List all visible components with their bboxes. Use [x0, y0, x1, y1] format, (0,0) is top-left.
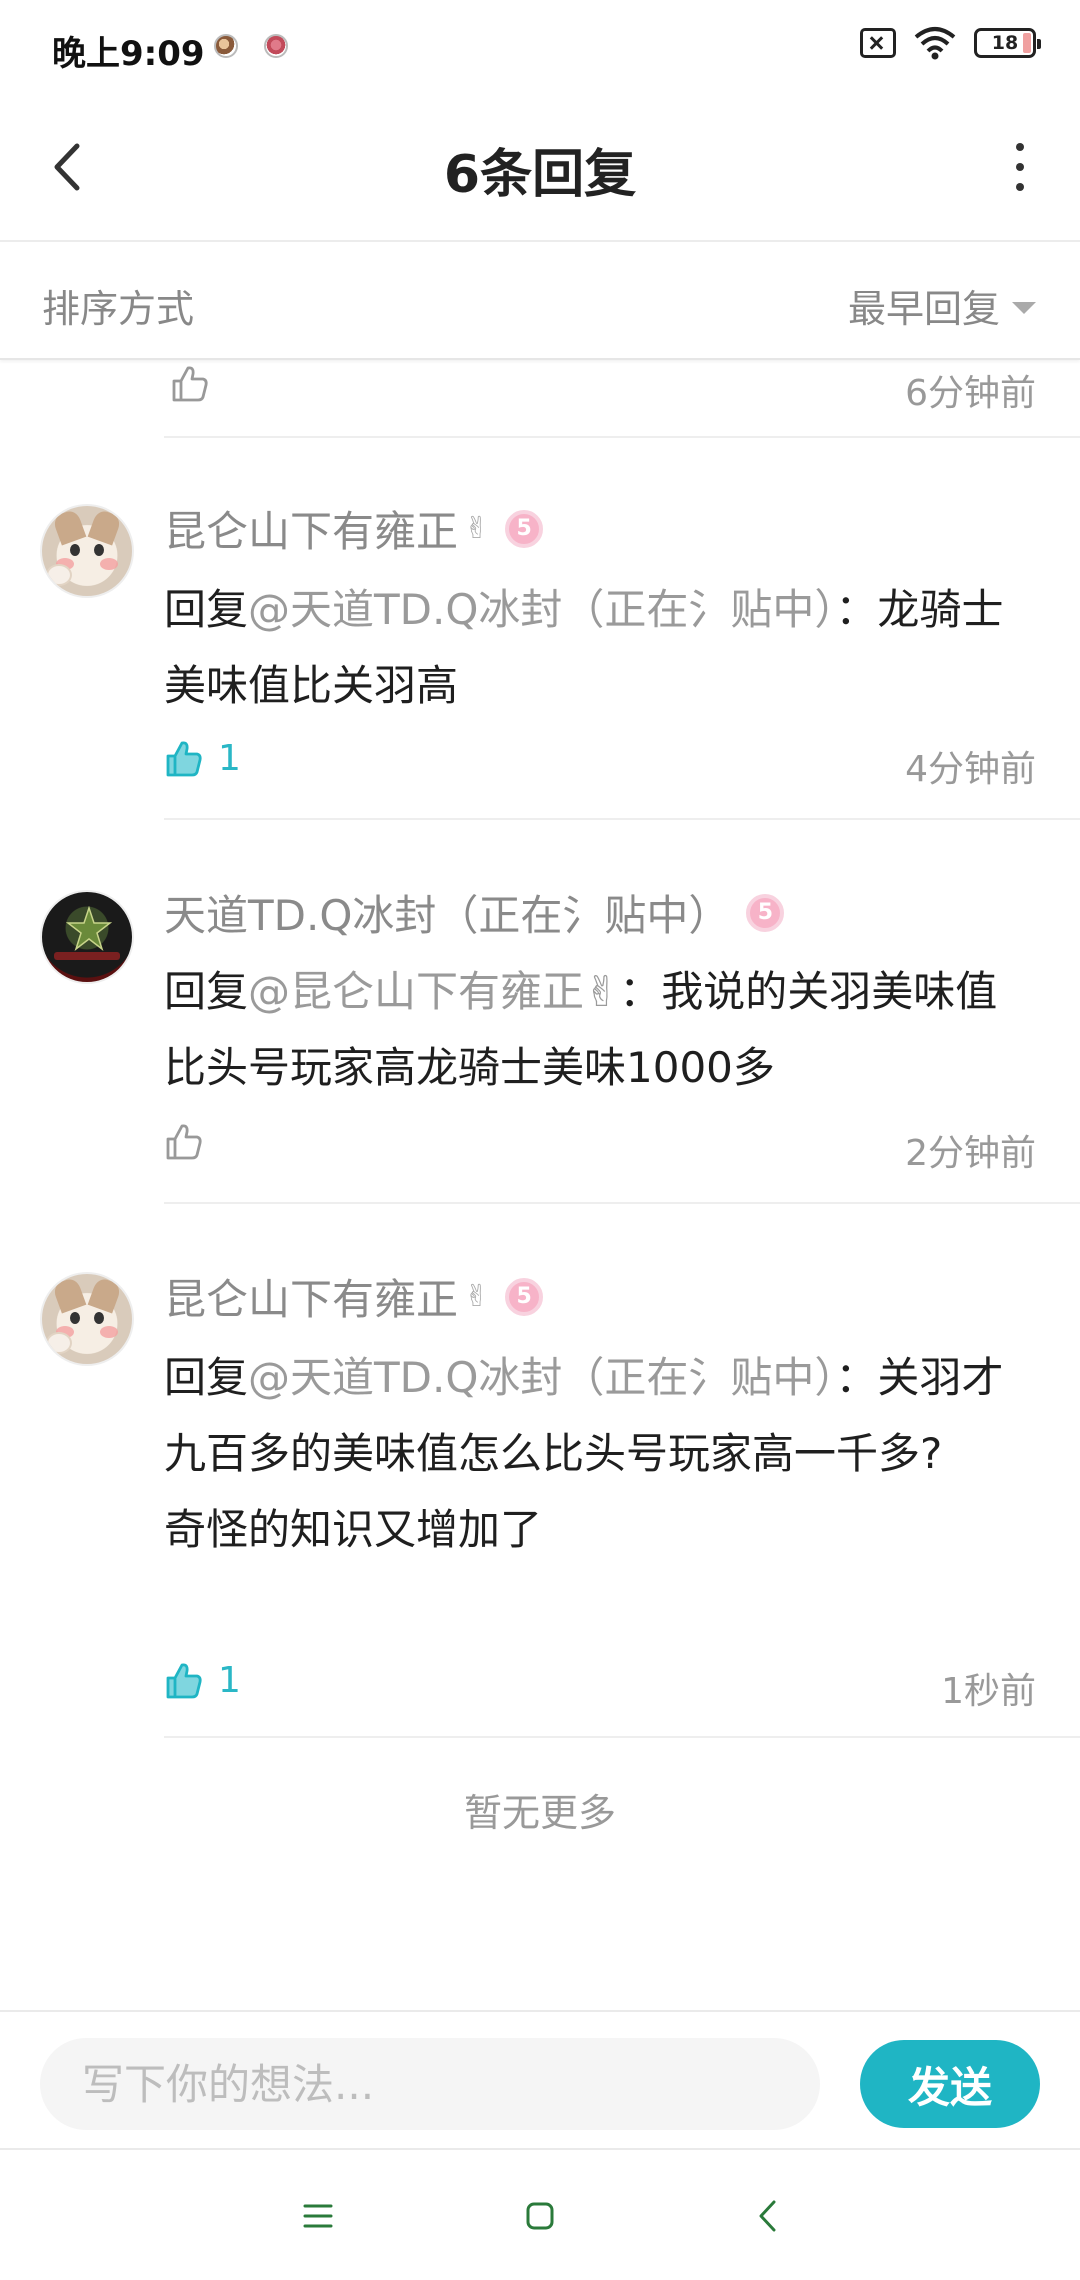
partial-comment-footer: 6分钟前 — [0, 360, 1080, 438]
level-badge: 5 — [505, 1277, 544, 1316]
comment-line: ：关 — [835, 1353, 920, 1402]
level-badge: 5 — [746, 893, 785, 932]
send-button[interactable]: 发送 — [860, 2040, 1040, 2128]
status-bar: 晚上9:09 18 — [0, 0, 1080, 92]
mention-link[interactable]: @天道TD.Q冰封（正在氵贴中） — [248, 1353, 835, 1402]
author-suffix: ✌ — [464, 1279, 490, 1314]
star-emblem-icon — [66, 906, 112, 952]
reply-prefix: 回复 — [164, 967, 249, 1016]
like-button[interactable]: 1 — [164, 1660, 241, 1701]
thumbs-up-icon — [166, 1662, 202, 1698]
mention-link[interactable]: @天道TD.Q冰封（正在氵贴中） — [248, 585, 835, 634]
sort-selected: 最早回复 — [847, 287, 1000, 331]
comment-footer: 1 1秒前 — [164, 1660, 1036, 1720]
comment-item: 昆仑山下有雍正 ✌ 5 回复@天道TD.Q冰封（正在氵贴中）：关羽才九百多的美味… — [0, 1204, 1080, 1738]
thumbs-up-icon — [172, 366, 208, 402]
more-options-button[interactable] — [1000, 132, 1040, 202]
comment-time: 6分钟前 — [905, 373, 1036, 414]
comment-item: 昆仑山下有雍正 ✌ 5 回复@天道TD.Q冰封（正在氵贴中）：龙骑士美味值比关羽… — [0, 438, 1080, 820]
comment-footer: 1 4分钟前 — [164, 738, 1036, 798]
comment-line: ：我说的关羽美 — [619, 967, 914, 1016]
battery-text: 18 — [991, 32, 1019, 54]
comment-text: 回复@天道TD.Q冰封（正在氵贴中）：关羽才九百多的美味值怎么比头号玩家高一千多… — [164, 1340, 1030, 1568]
mention-link[interactable]: @昆仑山下有雍正✌ — [248, 967, 619, 1016]
avatar[interactable] — [40, 1272, 134, 1366]
author-name: 昆仑山下有雍正 — [164, 1275, 459, 1324]
battery-level — [1023, 33, 1031, 53]
nav-back-icon — [759, 2200, 776, 2232]
sort-label: 排序方式 — [42, 287, 195, 331]
battery-icon: 18 — [974, 28, 1041, 58]
comment-author[interactable]: 昆仑山下有雍正 ✌ 5 — [164, 498, 544, 559]
notification-app-icon — [214, 34, 238, 58]
avatar[interactable] — [40, 504, 134, 598]
comment-text: 回复@昆仑山下有雍正✌：我说的关羽美味值比头号玩家高龙骑士美味1000多 — [164, 954, 1030, 1106]
sim-off-icon — [860, 28, 896, 58]
comment-time: 4分钟前 — [905, 749, 1036, 790]
comment-line: ：龙 — [835, 585, 920, 634]
home-icon — [526, 2202, 554, 2230]
more-vertical-icon — [1016, 143, 1024, 151]
no-more-text: 暂无更多 — [463, 1791, 616, 1835]
notification-app-icon — [264, 34, 288, 58]
level-badge: 5 — [505, 509, 544, 548]
divider — [164, 1736, 1080, 1738]
wifi-icon — [914, 27, 956, 60]
thumbs-up-icon — [166, 740, 202, 776]
author-suffix: ✌ — [464, 511, 490, 546]
status-icons: 18 — [860, 26, 1041, 60]
comment-footer: 2分钟前 — [164, 1122, 1036, 1182]
thumbs-up-icon — [166, 1124, 202, 1160]
reply-input-bar: 发送 — [0, 2010, 1080, 2150]
comment-line: 奇怪的知识又增加了 — [164, 1505, 543, 1554]
author-name: 天道TD.Q冰封（正在氵贴中） — [164, 891, 731, 940]
comment-text: 回复@天道TD.Q冰封（正在氵贴中）：龙骑士美味值比关羽高 — [164, 572, 1030, 724]
reply-prefix: 回复 — [164, 585, 249, 634]
like-button[interactable] — [170, 364, 210, 404]
author-name: 昆仑山下有雍正 — [164, 507, 459, 556]
like-count: 1 — [218, 1660, 241, 1701]
comment-item: 天道TD.Q冰封（正在氵贴中） 5 回复@昆仑山下有雍正✌：我说的关羽美味值比头… — [0, 820, 1080, 1204]
comment-author[interactable]: 昆仑山下有雍正 ✌ 5 — [164, 1266, 544, 1327]
header: 6条回复 — [0, 92, 1080, 242]
system-nav-bar — [0, 2152, 1080, 2280]
like-button[interactable]: 1 — [164, 738, 241, 779]
menu-icon — [303, 2204, 333, 2228]
avatar[interactable] — [40, 890, 134, 984]
reply-input[interactable] — [40, 2038, 820, 2130]
sort-dropdown[interactable]: 最早回复 — [848, 278, 1036, 333]
home-button[interactable] — [510, 2186, 570, 2246]
reply-prefix: 回复 — [164, 1353, 249, 1402]
recent-apps-button[interactable] — [288, 2186, 348, 2246]
sort-bar: 排序方式 最早回复 — [0, 242, 1080, 360]
comment-author[interactable]: 天道TD.Q冰封（正在氵贴中） 5 — [164, 882, 785, 943]
like-button[interactable] — [164, 1122, 204, 1162]
comment-time: 1秒前 — [941, 1671, 1036, 1712]
like-count: 1 — [218, 738, 241, 779]
status-time: 晚上9:09 — [52, 34, 205, 74]
comment-time: 2分钟前 — [905, 1133, 1036, 1174]
page-title: 6条回复 — [443, 145, 637, 205]
system-back-button[interactable] — [738, 2186, 798, 2246]
chevron-down-icon — [1012, 301, 1036, 314]
